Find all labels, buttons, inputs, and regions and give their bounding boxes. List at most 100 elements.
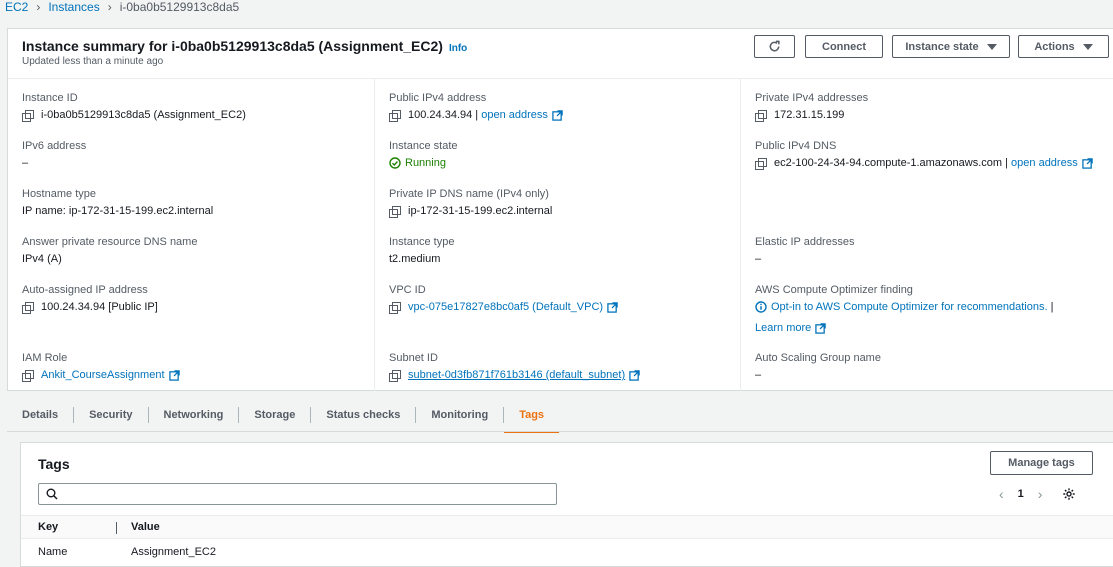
pagination: ‹ 1 › [999, 486, 1076, 502]
ipv6-label: IPv6 address [22, 140, 87, 152]
private-dns-label: Private IP DNS name (IPv4 only) [389, 188, 549, 200]
page-title: Instance summary for i-0ba0b5129913c8da5… [22, 38, 467, 54]
breadcrumb-ec2-link[interactable]: EC2 [5, 0, 28, 14]
instance-state-field: Instance state Running [389, 139, 739, 170]
refresh-button[interactable] [754, 35, 795, 58]
answer-dns-value: IPv4 (A) [22, 253, 62, 265]
copy-icon[interactable] [22, 109, 34, 122]
tab-details[interactable]: Details [7, 406, 75, 423]
auto-ip-value: 100.24.34.94 [Public IP] [41, 301, 158, 313]
public-dns-value: ec2-100-24-34-94.compute-1.amazonaws.com [774, 157, 1003, 169]
elastic-ip-value: – [755, 253, 762, 265]
search-icon [46, 488, 58, 500]
instance-type-value: t2.medium [389, 253, 441, 265]
instance-state-field-label: Instance state [389, 140, 458, 152]
copy-icon[interactable] [22, 301, 34, 314]
manage-tags-button[interactable]: Manage tags [990, 451, 1093, 475]
breadcrumb: EC2 › Instances › i-0ba0b5129913c8da5 [5, 0, 239, 14]
chevron-right-icon: › [107, 0, 112, 14]
public-dns-field: Public IPv4 DNS ec2-100-24-34-94.compute… [755, 139, 1105, 170]
external-link-icon [815, 323, 826, 334]
tab-status-checks[interactable]: Status checks [311, 406, 417, 423]
iam-role-field: IAM Role Ankit_CourseAssignment [22, 351, 372, 382]
tags-panel: Tags Manage tags ‹ 1 › Key Value Name As… [20, 442, 1113, 567]
separator: | [1005, 157, 1008, 169]
table-row: Name Assignment_EC2 [21, 540, 1113, 564]
separator: | [1050, 301, 1054, 313]
subnet-id-link[interactable]: subnet-0d3fb871f761b3146 (default_subnet… [408, 368, 625, 382]
hostname-type-value: IP name: ip-172-31-15-199.ec2.internal [22, 205, 214, 217]
caret-down-icon [986, 43, 997, 50]
details-column-2: Public IPv4 address 100.24.34.94 | open … [374, 79, 740, 391]
tab-security[interactable]: Security [74, 406, 149, 423]
copy-icon[interactable] [755, 157, 767, 170]
subnet-id-field: Subnet ID subnet-0d3fb871f761b3146 (defa… [389, 351, 739, 382]
private-dns-value: ip-172-31-15-199.ec2.internal [408, 205, 553, 217]
tag-key-cell: Name [38, 546, 68, 558]
private-dns-field: Private IP DNS name (IPv4 only) ip-172-3… [389, 187, 739, 218]
updated-text: Updated less than a minute ago [22, 56, 164, 67]
instance-state-label: Instance state [905, 40, 979, 53]
asg-field: Auto Scaling Group name – [755, 351, 1105, 382]
vpc-id-link[interactable]: vpc-075e17827e8bc0af5 (Default_VPC) [408, 300, 603, 314]
external-link-icon [1082, 158, 1093, 169]
instance-state-button[interactable]: Instance state [892, 35, 1010, 58]
instance-type-label: Instance type [389, 236, 455, 248]
instance-tabs: Details Security Networking Storage Stat… [7, 398, 1113, 433]
public-dns-label: Public IPv4 DNS [755, 140, 837, 152]
tab-networking[interactable]: Networking [149, 406, 240, 423]
elastic-ip-label: Elastic IP addresses [755, 236, 855, 248]
optimizer-opt-in-link[interactable]: Opt-in to AWS Compute Optimizer for reco… [771, 300, 1048, 314]
copy-icon[interactable] [389, 205, 401, 218]
optimizer-field: AWS Compute Optimizer finding Opt-in to … [755, 283, 1105, 335]
connect-label: Connect [822, 40, 866, 53]
breadcrumb-instances-link[interactable]: Instances [48, 0, 99, 14]
iam-role-link[interactable]: Ankit_CourseAssignment [41, 368, 165, 382]
copy-icon[interactable] [755, 109, 767, 122]
chevron-right-icon[interactable]: › [1038, 486, 1043, 502]
learn-more-link[interactable]: Learn more [755, 321, 811, 335]
hostname-type-field: Hostname type IP name: ip-172-31-15-199.… [22, 187, 372, 218]
elastic-ip-field: Elastic IP addresses – [755, 235, 1105, 266]
column-key-header[interactable]: Key [38, 521, 58, 533]
details-column-3: Private IPv4 addresses 172.31.15.199 Pub… [740, 79, 1113, 391]
caret-down-icon [1082, 43, 1093, 50]
chevron-left-icon[interactable]: ‹ [999, 486, 1004, 502]
chevron-right-icon: › [36, 0, 41, 14]
asg-value: – [755, 369, 762, 381]
info-link[interactable]: Info [449, 43, 467, 54]
copy-icon[interactable] [389, 369, 401, 382]
instance-id-value: i-0ba0b5129913c8da5 (Assignment_EC2) [41, 109, 246, 121]
manage-tags-label: Manage tags [1008, 457, 1075, 469]
tab-monitoring[interactable]: Monitoring [416, 406, 505, 423]
subnet-id-label: Subnet ID [389, 352, 438, 364]
instance-summary-panel: Instance summary for i-0ba0b5129913c8da5… [7, 28, 1113, 391]
copy-icon[interactable] [22, 369, 34, 382]
details-column-1: Instance ID i-0ba0b5129913c8da5 (Assignm… [8, 79, 374, 391]
open-address-link[interactable]: open address [1011, 156, 1078, 170]
tag-value-cell: Assignment_EC2 [131, 546, 216, 558]
instance-type-field: Instance type t2.medium [389, 235, 739, 266]
public-ipv4-field: Public IPv4 address 100.24.34.94 | open … [389, 91, 739, 122]
column-divider[interactable] [116, 522, 117, 534]
open-address-link[interactable]: open address [481, 108, 548, 122]
separator: | [475, 109, 479, 121]
connect-button[interactable]: Connect [805, 35, 883, 58]
tab-storage[interactable]: Storage [239, 406, 312, 423]
actions-button[interactable]: Actions [1018, 35, 1109, 58]
ipv6-value: – [22, 157, 29, 169]
copy-icon[interactable] [389, 301, 401, 314]
info-circle-icon [755, 301, 767, 313]
tags-title: Tags [38, 456, 70, 472]
ipv6-field: IPv6 address – [22, 139, 372, 170]
external-link-icon [629, 370, 640, 381]
optimizer-label: AWS Compute Optimizer finding [755, 284, 913, 296]
vpc-id-label: VPC ID [389, 284, 426, 296]
external-link-icon [607, 302, 618, 313]
tab-tags[interactable]: Tags [504, 407, 559, 433]
tags-search-input[interactable] [38, 483, 557, 505]
current-page[interactable]: 1 [1018, 488, 1024, 500]
gear-icon[interactable] [1062, 487, 1076, 501]
copy-icon[interactable] [389, 109, 401, 122]
column-value-header[interactable]: Value [131, 521, 160, 533]
